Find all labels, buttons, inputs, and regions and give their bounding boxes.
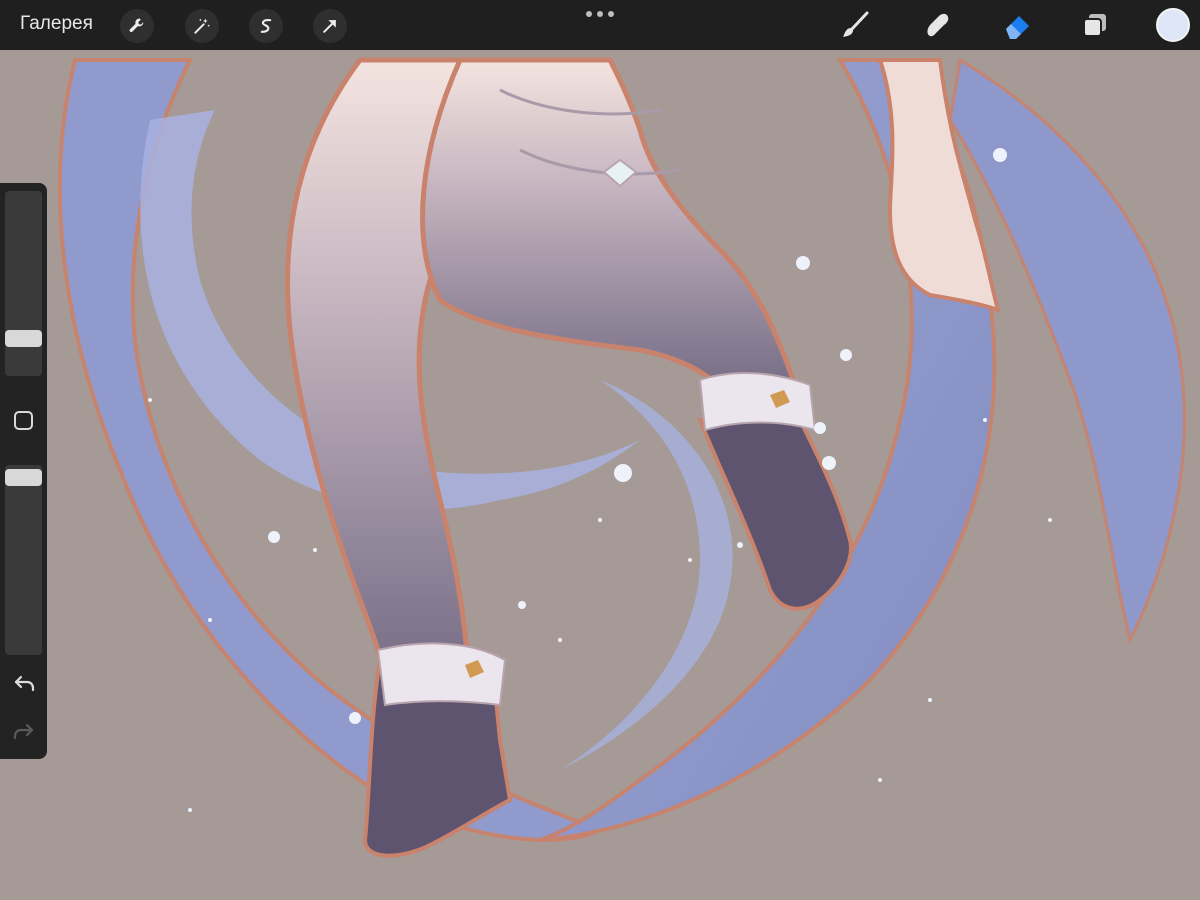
color-swatch-button[interactable] (1156, 8, 1190, 42)
dot (608, 11, 614, 17)
brush-icon[interactable] (840, 10, 870, 40)
eraser-icon[interactable] (1002, 10, 1032, 40)
dot (586, 11, 592, 17)
opacity-slider[interactable] (5, 465, 42, 655)
top-toolbar: Галерея (0, 0, 1200, 50)
undo-icon[interactable] (12, 671, 36, 695)
transform-button[interactable] (313, 9, 347, 43)
gallery-button[interactable]: Галерея (20, 13, 93, 35)
brush-size-slider[interactable] (5, 191, 42, 376)
adjustments-button[interactable] (185, 9, 219, 43)
actions-button[interactable] (120, 9, 154, 43)
smudge-icon[interactable] (922, 10, 952, 40)
magic-wand-icon (194, 18, 211, 34)
wrench-icon (129, 18, 144, 33)
selection-button[interactable] (249, 9, 283, 43)
modify-square-icon[interactable] (14, 411, 33, 430)
transform-arrow-icon (323, 20, 336, 33)
artwork-canvas[interactable] (0, 0, 1200, 900)
layers-icon[interactable] (1080, 10, 1110, 40)
opacity-slider-thumb[interactable] (5, 469, 42, 486)
brush-size-slider-thumb[interactable] (5, 330, 42, 347)
more-dots-icon[interactable] (586, 11, 614, 19)
left-sidebar (0, 183, 47, 759)
dot (597, 11, 603, 17)
selection-s-icon (260, 18, 272, 33)
redo-icon[interactable] (12, 719, 36, 743)
